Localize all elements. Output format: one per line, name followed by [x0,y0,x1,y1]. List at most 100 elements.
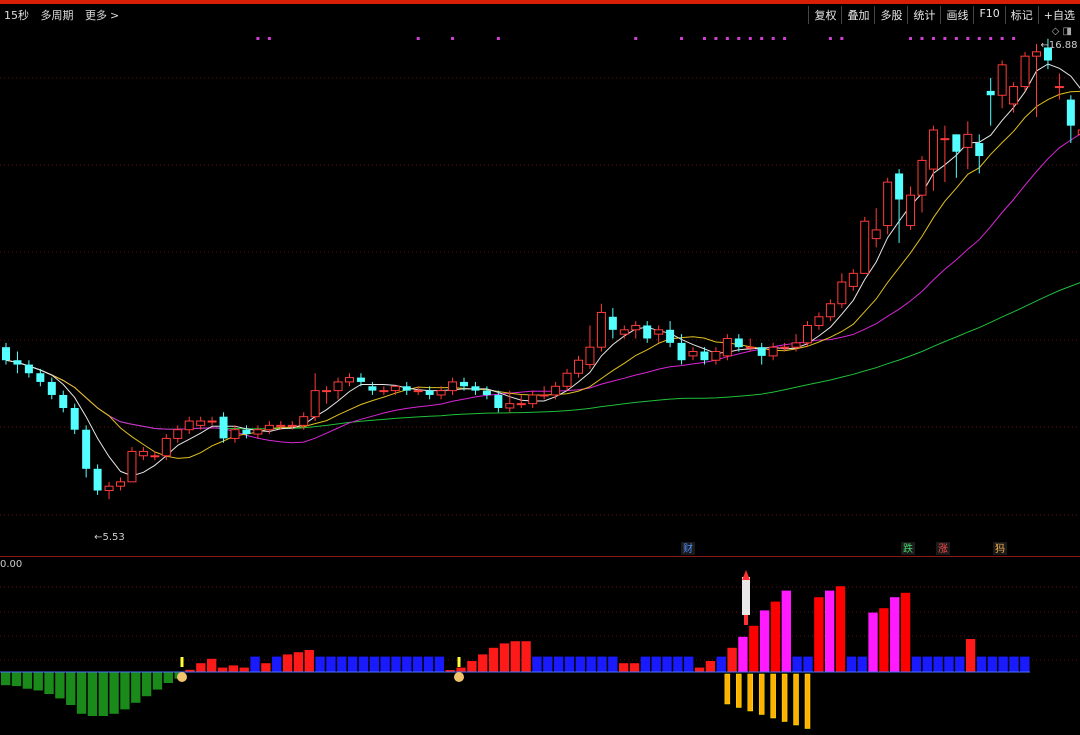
purple-marker [943,37,947,40]
indicator-bar [304,650,314,672]
event-marker: 犸 [995,542,1005,555]
money-bag-icon [177,672,187,682]
candle-down [24,364,33,374]
yellow-signal-bar [758,673,765,715]
indicator-bar [207,658,217,672]
indicator-bar [250,656,260,672]
purple-marker [737,37,741,40]
candle-down [47,381,56,395]
candle-up [505,403,515,409]
candle-up [333,381,343,392]
indicator-bar [11,672,22,687]
indicator-bar [868,612,878,672]
indicator-bar [261,663,271,672]
indicator-bar [564,656,575,672]
candle-up [448,381,458,392]
candle-down [677,342,686,361]
toolbar: 15秒 多周期 更多 > 复权 叠加 多股 统计 画线 F10 标记 +自选 [0,0,1080,24]
indicator-bar [282,654,293,672]
candle-up [184,420,194,431]
indicator-bar [705,661,716,672]
indicator-bar [825,590,835,672]
indicator-bar [629,663,640,672]
candle-up [127,450,137,483]
indicator-bar [33,672,43,691]
indicator-bar [781,590,791,672]
indicator-bar [87,672,98,716]
candle-up [413,390,423,393]
purple-marker [977,37,981,40]
ma60-line [5,282,1080,430]
indicator-bar [651,656,661,672]
indicator-bar [152,672,163,690]
candle-up [207,420,217,423]
purple-marker [931,37,935,40]
period-selector: 15秒 多周期 更多 > [4,7,135,23]
purple-marker [909,37,913,40]
candle-down [975,143,984,157]
indicator-bar [217,667,228,672]
candle-down [895,173,904,200]
period-15s-button[interactable]: 15秒 [4,9,29,22]
yellow-signal-bar [781,673,788,722]
indicator-bar [315,656,325,672]
indicator-bar [900,592,911,672]
indicator-bar [835,586,846,672]
indicator-bar [955,656,965,672]
indicator-bar [944,656,954,672]
indicator-bar [347,656,358,672]
candle-up [528,394,538,405]
candle-up [562,372,572,387]
indicator-bar [22,672,33,689]
indicator-bar [369,656,379,672]
candle-up [253,429,263,435]
kline-chart[interactable]: ←16.88 ←5.53 财 跌 涨 犸 0.00 [0,22,1080,735]
purple-marker [989,37,993,40]
indicator-bar [976,656,987,672]
signal-stick [180,657,184,667]
purple-marker [451,37,455,40]
indicator-bar [575,656,585,672]
indicator-bar [120,672,130,710]
rocket-tip [742,570,750,580]
indicator-bar [553,656,564,672]
indicator-bar [131,672,141,703]
indicator-bar [337,656,347,672]
indicator-bar [76,672,87,714]
candle-up [1054,86,1064,89]
candle-up [264,424,274,431]
purple-marker [256,37,260,40]
indicator-bar [196,663,206,672]
candle-up [883,181,893,227]
indicator-bar [488,647,499,672]
indicator-bar [716,656,726,672]
more-button[interactable]: 更多 > [85,9,127,22]
candle-down [70,407,79,430]
indicator-bar [694,667,705,672]
indicator-bar [467,661,477,672]
multi-period-button[interactable]: 多周期 [41,9,74,22]
candle-down [242,429,251,435]
indicator-bar [478,654,488,672]
candle-down [82,429,91,469]
candle-up [963,133,973,148]
candle-up [390,385,400,392]
indicator-bar [413,656,423,672]
purple-marker [771,37,775,40]
rocket-flame [744,615,748,625]
panel-divider [0,556,1080,557]
candle-up [711,351,721,361]
candle-down [482,390,491,395]
candle-up [722,337,732,357]
candle-down [460,381,468,387]
candle-down [700,351,709,361]
candle-up [287,424,297,427]
purple-marker [680,37,684,40]
indicator-bar [619,663,629,672]
indicator-bar [109,672,119,714]
candle-up [196,420,206,426]
candle-up [1009,86,1019,105]
purple-marker [954,37,958,40]
price-labels: ←16.88 ←5.53 财 跌 涨 犸 0.00 [0,40,1078,570]
indicator-bar [326,656,336,672]
